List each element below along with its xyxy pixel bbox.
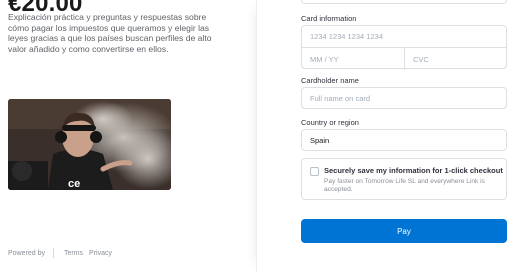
checkout-page: €20.00 Explicación práctica y preguntas … [0, 0, 520, 272]
link-save-option[interactable]: Securely save my information for 1-click… [301, 158, 507, 200]
order-summary-panel: €20.00 Explicación práctica y preguntas … [0, 0, 256, 272]
payment-form-panel: Card information 1234 1234 1234 1234 MM … [256, 0, 520, 272]
save-info-title: Securely save my information for 1-click… [324, 166, 503, 175]
footer-divider [52, 248, 54, 258]
card-information-label: Card information [301, 14, 357, 23]
powered-by-text: Powered by [8, 249, 45, 257]
svg-text:ce: ce [68, 178, 80, 190]
expiry-input[interactable]: MM / YY [302, 48, 404, 70]
country-select[interactable]: Spain [301, 129, 507, 151]
pay-button[interactable]: Pay [301, 219, 507, 243]
country-label: Country or region [301, 118, 359, 127]
card-details-row: MM / YY CVC [302, 48, 506, 70]
product-image-illustration: ce [8, 99, 171, 190]
save-info-checkbox[interactable] [310, 167, 319, 176]
footer: Powered by Terms Privacy [8, 248, 118, 258]
cardholder-name-input[interactable]: Full name on card [301, 87, 507, 109]
product-image: ce [8, 99, 171, 190]
card-number-input[interactable]: 1234 1234 1234 1234 [302, 26, 506, 48]
product-description: Explicación práctica y preguntas y respu… [8, 12, 212, 54]
privacy-link[interactable]: Privacy [89, 250, 112, 257]
terms-link[interactable]: Terms [64, 250, 83, 257]
cardholder-name-label: Cardholder name [301, 76, 359, 85]
email-field-partial[interactable] [301, 0, 507, 4]
card-information-group: 1234 1234 1234 1234 MM / YY CVC [301, 25, 507, 70]
save-info-subtitle: Pay faster on Tomorrow Life SL and every… [324, 178, 485, 194]
cvc-input[interactable]: CVC [404, 48, 506, 70]
